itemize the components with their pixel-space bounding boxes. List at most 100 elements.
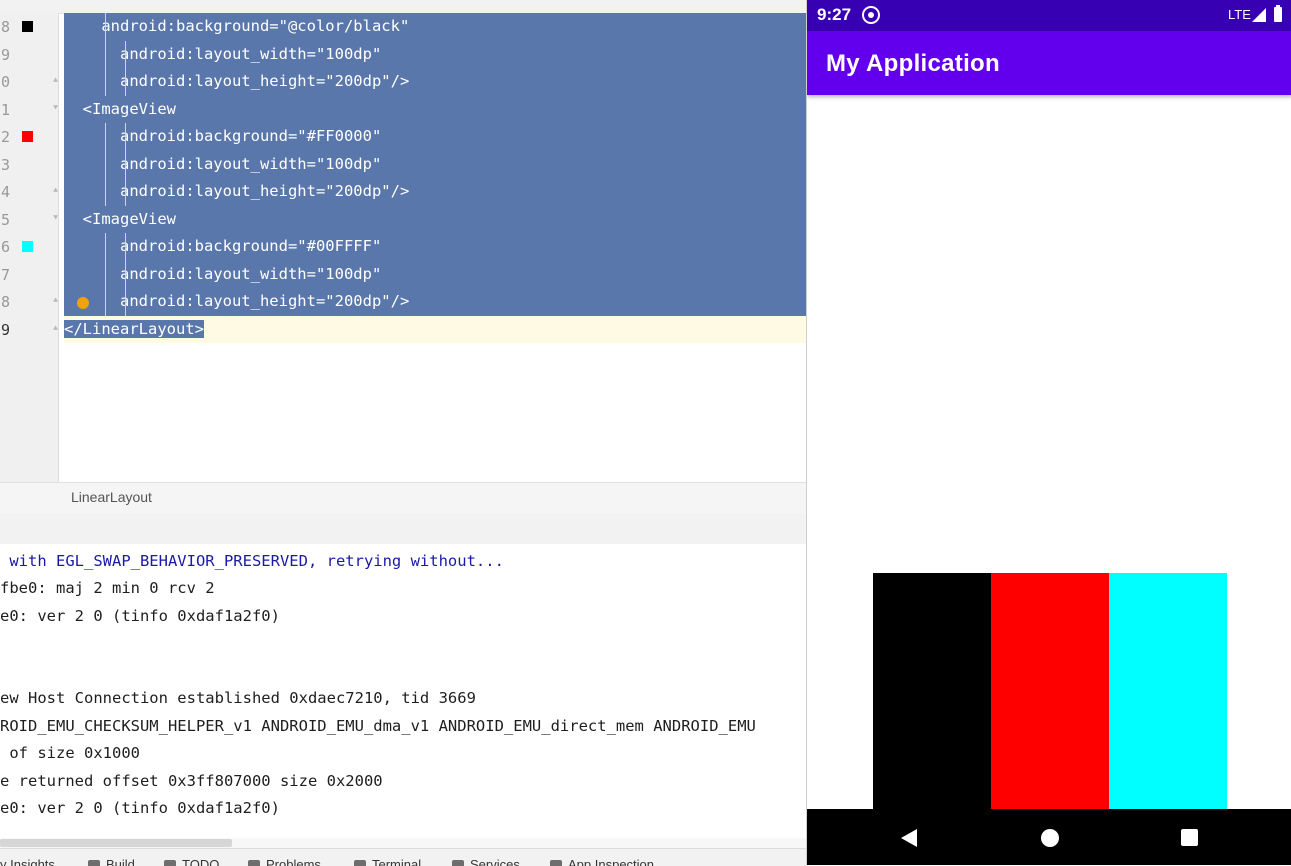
gutter-line: 0 ⯅ — [0, 68, 60, 96]
scrollbar-thumb[interactable] — [0, 839, 232, 847]
gutter-line: 5 ⯆ — [0, 206, 60, 234]
code-text: android:background="@color/black" — [64, 17, 410, 35]
code-editor[interactable]: 8 9 0 ⯅ 1 ⯆ 2 3 4 ⯅ 5 ⯆ 6 7 8 ⯅ 9 ⯅ android:background="@… — [0, 0, 806, 482]
indent-guide — [125, 123, 126, 151]
indent-guide — [105, 288, 106, 316]
code-line[interactable]: <ImageView — [64, 95, 806, 123]
fold-marker-icon[interactable]: ⯅ — [52, 75, 60, 87]
gutter-line: 8 — [0, 13, 58, 41]
line-number: 9 — [1, 320, 11, 339]
indent-guide — [105, 150, 106, 178]
code-line-current[interactable]: </LinearLayout> — [64, 315, 806, 343]
line-number: 0 — [1, 73, 11, 91]
line-number: 5 — [1, 210, 11, 229]
gutter-line: 6 — [0, 233, 58, 261]
home-icon[interactable] — [1041, 829, 1059, 847]
code-text: <ImageView — [64, 99, 176, 118]
gutter-line: 1 ⯆ — [0, 96, 60, 124]
fold-marker-icon[interactable]: ⯅ — [52, 295, 60, 307]
horizontal-scrollbar[interactable] — [0, 838, 806, 848]
line-number: 3 — [1, 155, 11, 174]
indent-guide — [125, 178, 126, 206]
navigation-bar — [807, 809, 1291, 865]
status-bar: 9:27 LTE — [807, 0, 1291, 31]
code-text: android:background="#FF0000" — [64, 127, 382, 145]
logcat-output[interactable]: with EGL_SWAP_BEHAVIOR_PRESERVED, retryi… — [0, 544, 806, 838]
indent-guide — [105, 123, 106, 151]
tool-window-icon — [452, 859, 464, 866]
log-line: e returned offset 0x3ff807000 size 0x200… — [0, 772, 383, 790]
gutter-line: 7 — [0, 261, 58, 289]
line-number: 8 — [1, 293, 11, 311]
code-text: android:layout_height="200dp"/> — [64, 72, 410, 90]
color-swatch-icon[interactable] — [22, 131, 33, 142]
log-line: e0: ver 2 0 (tinfo 0xdaf1a2f0) — [0, 799, 280, 817]
network-type: LTE — [1228, 7, 1251, 22]
color-swatch-icon[interactable] — [22, 241, 33, 252]
log-line: e0: ver 2 0 (tinfo 0xdaf1a2f0) — [0, 607, 280, 625]
line-number: 8 — [1, 18, 11, 36]
fold-marker-icon[interactable]: ⯆ — [52, 213, 60, 225]
color-swatch-icon[interactable] — [22, 21, 33, 32]
indent-guide — [125, 40, 126, 68]
code-text: android:background="#00FFFF" — [64, 237, 382, 255]
indent-guide — [105, 233, 106, 261]
app-bar: My Application — [807, 31, 1291, 95]
gutter-line: 4 ⯅ — [0, 178, 60, 206]
code-line[interactable]: android:layout_width="100dp" — [64, 150, 806, 178]
fold-marker-icon[interactable]: ⯅ — [52, 323, 60, 335]
code-line[interactable]: android:layout_height="200dp"/> — [64, 68, 806, 96]
indent-guide — [105, 13, 106, 41]
lightbulb-icon[interactable] — [77, 297, 89, 309]
signal-icon — [1252, 8, 1266, 22]
image-view-red — [991, 573, 1109, 809]
gutter-line: 8 ⯅ — [0, 288, 60, 316]
indent-guide — [125, 68, 126, 96]
tool-window-icon — [354, 859, 366, 866]
code-line[interactable]: <ImageView — [64, 205, 806, 233]
line-number: 1 — [1, 100, 11, 119]
code-text: android:layout_height="200dp"/> — [64, 182, 410, 200]
code-text: android:layout_width="100dp" — [64, 154, 382, 173]
log-line: of size 0x1000 — [0, 744, 140, 762]
recent-apps-icon[interactable] — [1181, 829, 1198, 846]
code-text: <ImageView — [64, 209, 176, 228]
code-line[interactable]: android:layout_width="100dp" — [64, 40, 806, 68]
code-line[interactable]: android:background="#00FFFF" — [64, 233, 806, 261]
breadcrumb-item-linearlayout[interactable]: LinearLayout — [71, 489, 152, 505]
gutter-line: 2 — [0, 123, 58, 151]
editor-top-edge — [0, 0, 806, 14]
indent-guide — [105, 260, 106, 288]
fold-marker-icon[interactable]: ⯆ — [52, 103, 60, 115]
indent-guide — [105, 178, 106, 206]
tool-window-bar: y Insights Build TODO Problems Terminal Servi… — [0, 848, 806, 866]
android-emulator-screen[interactable]: 9:27 LTE My Application — [806, 0, 1291, 865]
gutter-line: 3 — [0, 151, 58, 179]
code-line[interactable]: android:layout_height="200dp"/> — [64, 178, 806, 206]
image-view-cyan — [1109, 573, 1227, 809]
image-view-black — [873, 573, 991, 809]
indent-guide — [105, 68, 106, 96]
status-time: 9:27 — [817, 5, 852, 24]
sync-icon — [862, 6, 880, 24]
code-area[interactable]: android:background="@color/black" androi… — [64, 13, 806, 482]
indent-guide — [125, 233, 126, 261]
code-text: android:layout_width="100dp" — [64, 44, 382, 63]
code-text: android:layout_width="100dp" — [64, 264, 382, 283]
fold-marker-icon[interactable]: ⯅ — [52, 185, 60, 197]
code-text: android:layout_height="200dp"/> — [64, 292, 410, 310]
indent-guide — [125, 150, 126, 178]
app-title: My Application — [826, 50, 1000, 77]
code-line[interactable]: android:background="#FF0000" — [64, 123, 806, 151]
gutter-line: 9 ⯅ — [0, 316, 60, 344]
tool-window-icon — [164, 859, 176, 866]
tool-window-icon — [248, 859, 260, 866]
gutter-line: 9 — [0, 41, 58, 69]
line-number: 4 — [1, 183, 11, 201]
code-line[interactable]: android:layout_width="100dp" — [64, 260, 806, 288]
code-line[interactable]: android:layout_height="200dp"/> — [64, 288, 806, 316]
tool-window-icon — [88, 859, 100, 866]
breadcrumb: LinearLayout — [0, 482, 806, 514]
back-icon[interactable] — [901, 829, 917, 847]
code-line[interactable]: android:background="@color/black" — [64, 13, 806, 41]
